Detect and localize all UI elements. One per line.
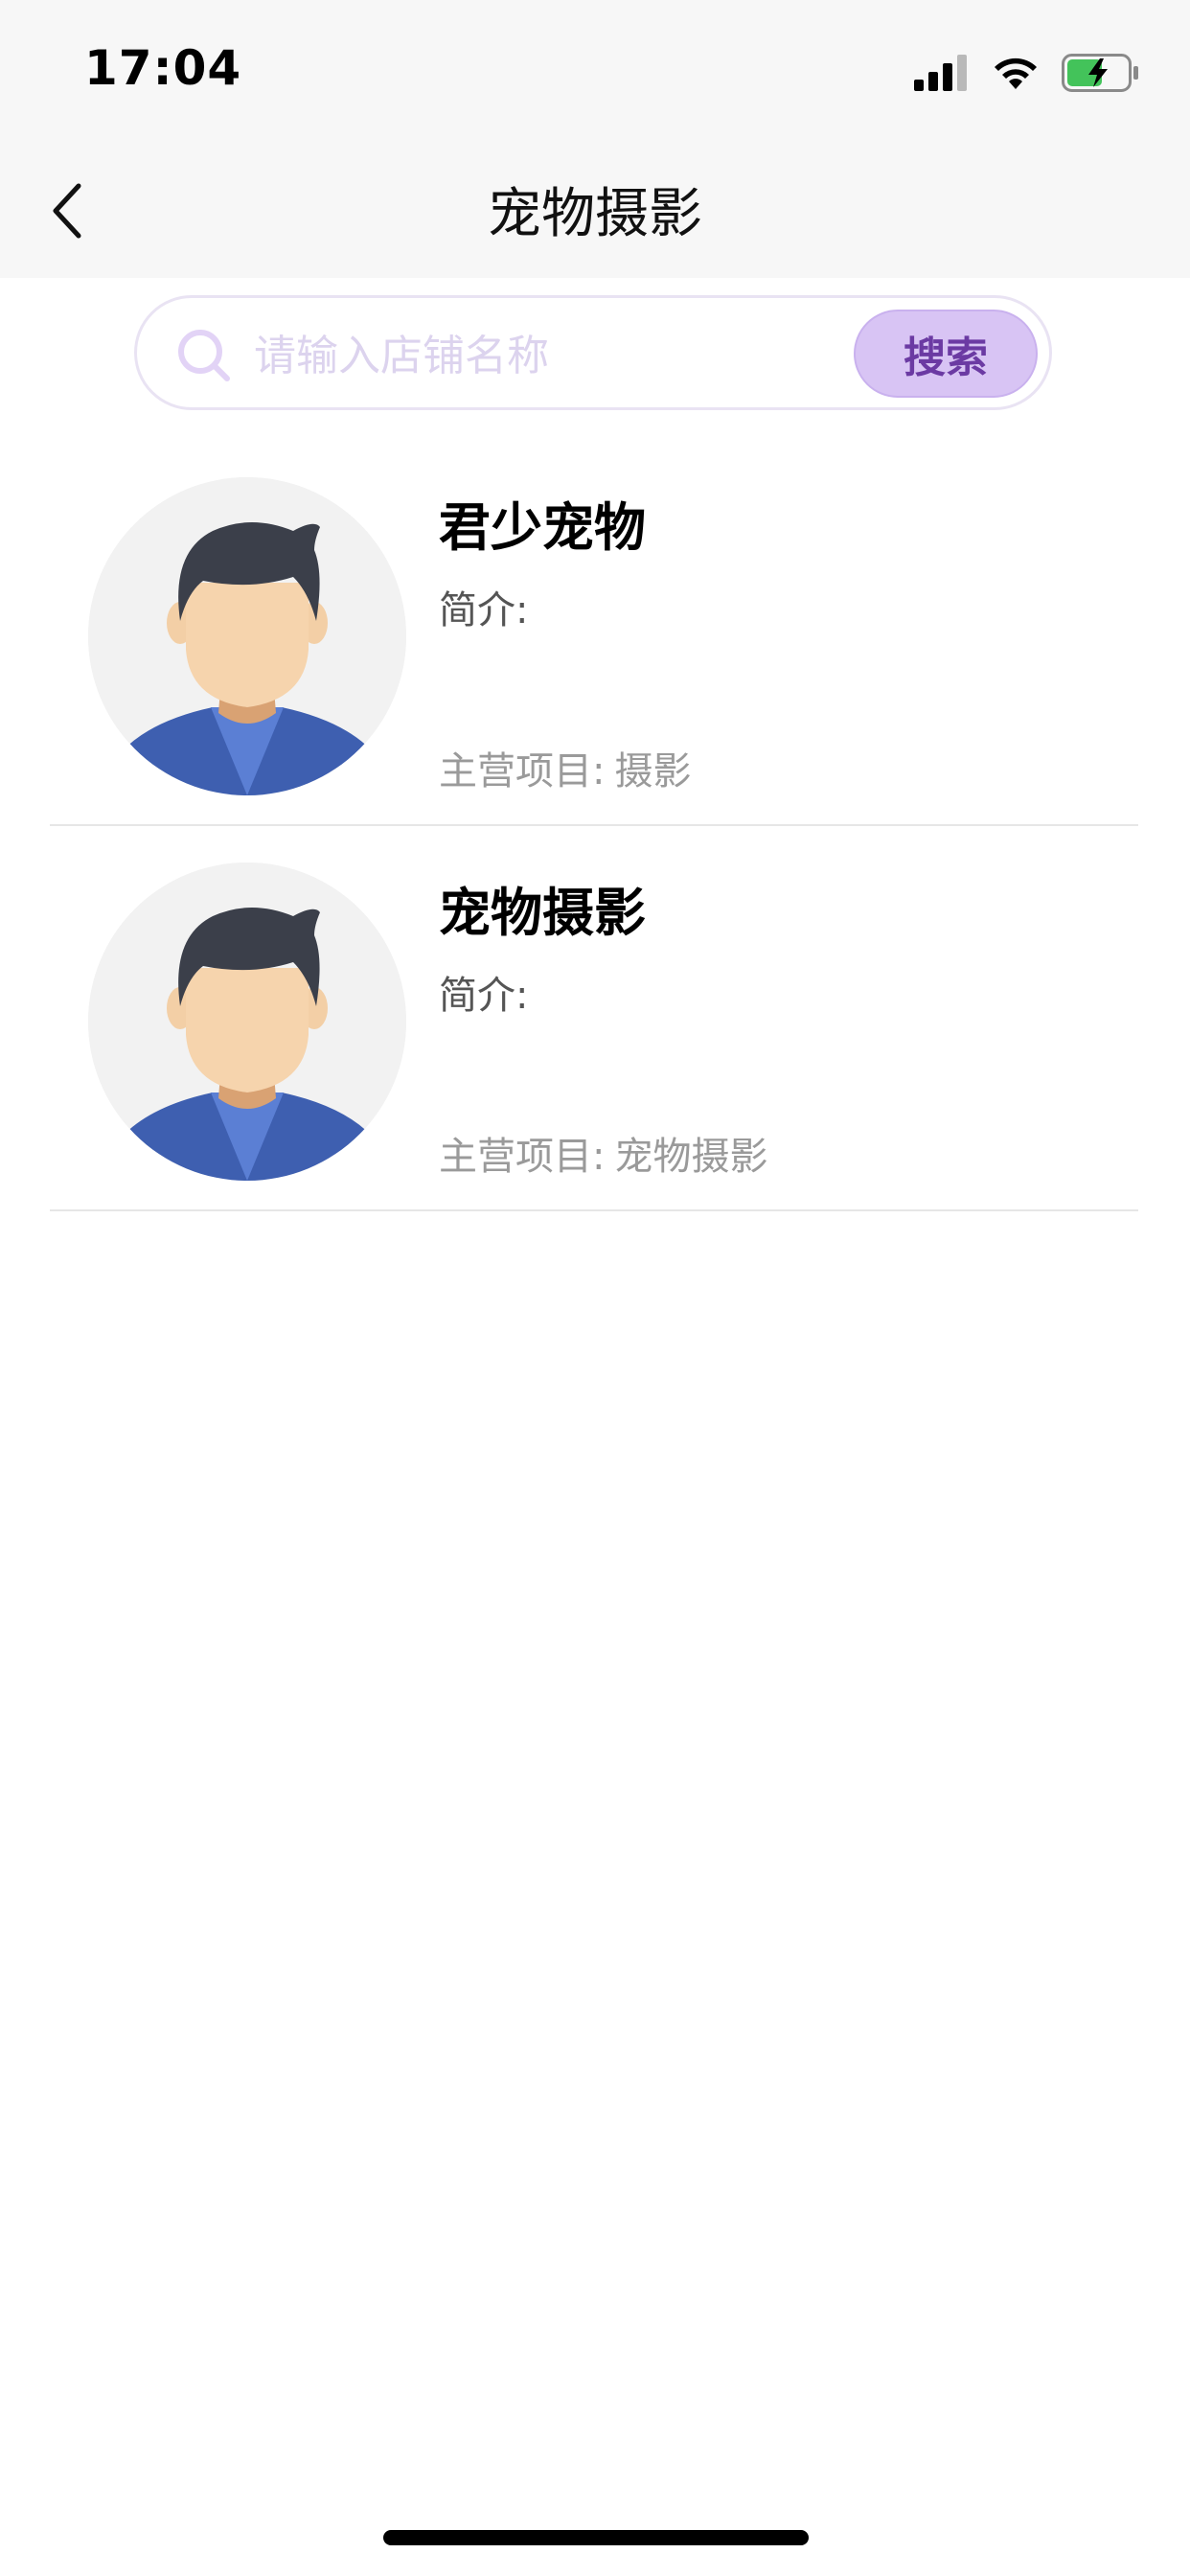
- home-indicator[interactable]: [383, 2530, 809, 2545]
- page-title: 宠物摄影: [488, 183, 702, 245]
- list-item[interactable]: 宠物摄影 简介: 主营项目: 宠物摄影: [50, 826, 1138, 1211]
- avatar: [88, 477, 406, 795]
- shop-list: 君少宠物 简介: 主营项目: 摄影 宠物摄影 简介: 主营项目: 宠物摄影: [50, 441, 1138, 1211]
- wifi-icon: [995, 58, 1037, 89]
- battery-charging-icon: [1062, 54, 1138, 92]
- shop-name: 宠物摄影: [439, 883, 646, 943]
- business-value: 宠物摄影: [614, 1135, 768, 1179]
- status-time: 17:04: [84, 40, 242, 96]
- male-avatar-icon: [88, 477, 406, 795]
- search-icon: [178, 330, 230, 381]
- shop-intro: 简介:: [439, 579, 528, 634]
- business-label: 主营项目:: [439, 1135, 606, 1179]
- top-area: 17:04 宠物摄影: [0, 0, 1190, 278]
- avatar: [88, 862, 406, 1181]
- search-bar: 搜索: [134, 295, 1052, 410]
- shop-business: 主营项目: 宠物摄影: [439, 1125, 767, 1181]
- male-avatar-icon: [88, 862, 406, 1181]
- intro-label: 简介:: [439, 588, 529, 632]
- signal-icon: [914, 55, 967, 91]
- shop-intro: 简介:: [439, 964, 528, 1020]
- app-screen: 17:04 宠物摄影 请输入店铺名称 搜索 君少宠物 简介: 主营项目: 摄影 …: [0, 0, 1190, 2576]
- status-icons: [914, 54, 1140, 92]
- list-item[interactable]: 君少宠物 简介: 主营项目: 摄影: [50, 441, 1138, 826]
- search-button[interactable]: 搜索: [854, 310, 1038, 398]
- shop-business: 主营项目: 摄影: [439, 740, 691, 795]
- business-label: 主营项目:: [439, 749, 606, 794]
- intro-label: 简介:: [439, 974, 529, 1018]
- business-value: 摄影: [614, 749, 692, 794]
- shop-name: 君少宠物: [439, 497, 646, 558]
